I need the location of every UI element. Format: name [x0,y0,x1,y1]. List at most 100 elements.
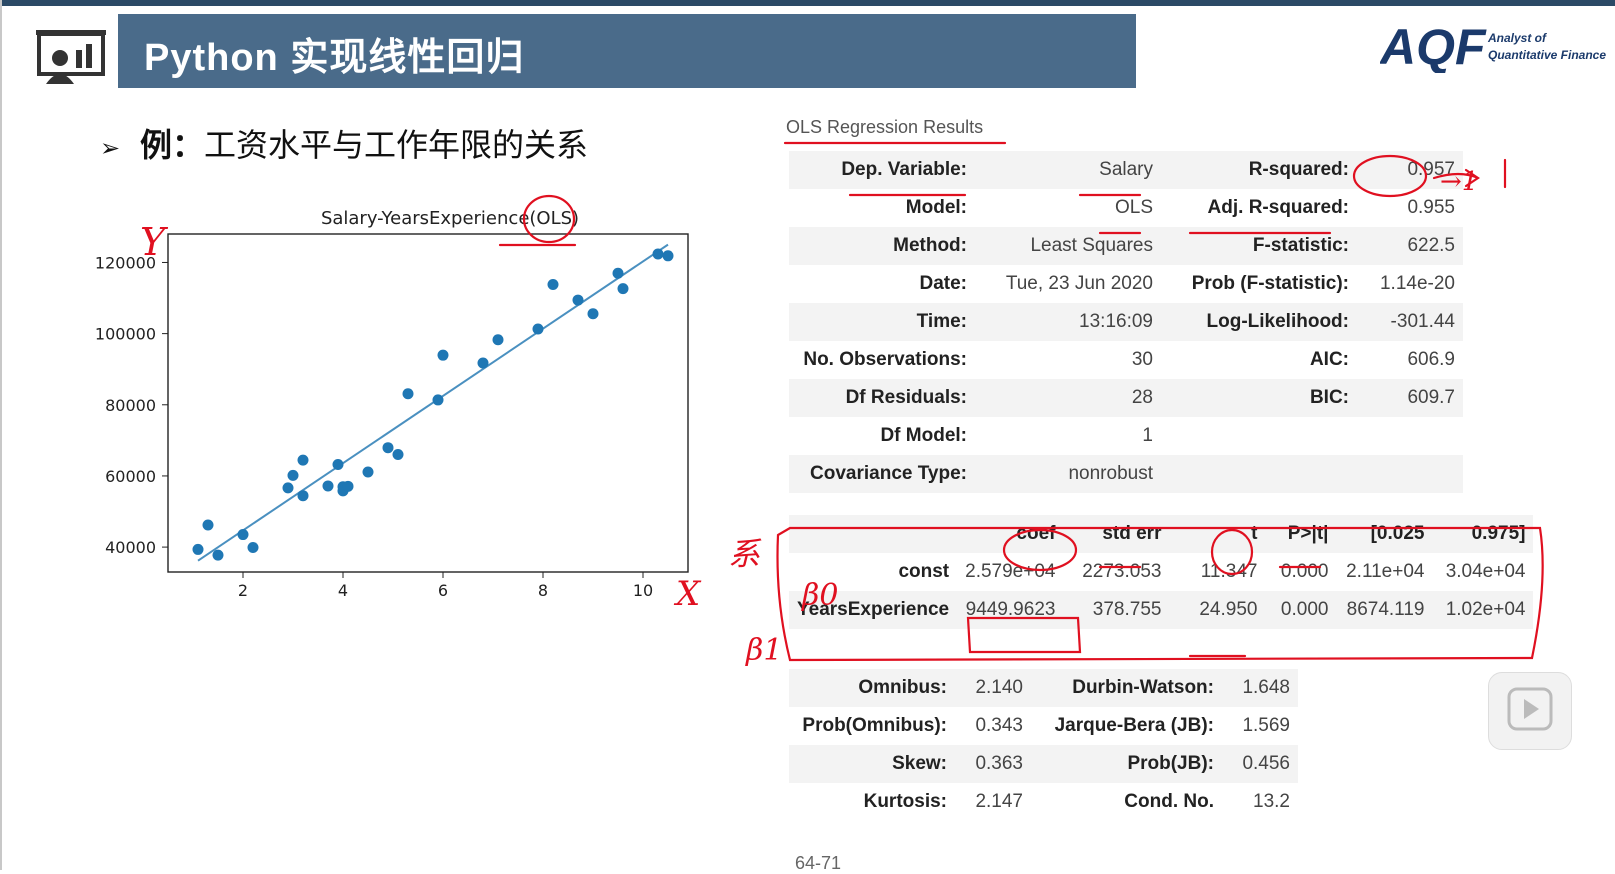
diag-label: Cond. No. [1124,791,1214,812]
summary-row: Time: 13:16:09 Log-Likelihood: -301.44 [789,303,1463,341]
summary-label: Prob (F-statistic): [1191,273,1349,294]
summary-label: Model: [905,197,967,218]
coef-header-cell: std err [1063,515,1170,553]
summary-value: -301.44 [1357,303,1463,341]
coef-term: const [898,561,950,582]
scatter-chart: Salary-YearsExperience(OLS) 40000 60000 80… [95,208,689,600]
brand-line-2: Quantitative Finance [1488,48,1607,62]
brand-line-1: Analyst of [1488,31,1547,45]
data-point [432,394,444,406]
summary-value [1357,417,1463,455]
x-tick-label: 8 [538,581,548,600]
summary-value [1357,455,1463,493]
summary-label: Df Residuals: [789,379,975,417]
summary-value: OLS [1114,197,1153,218]
regression-line [197,243,669,562]
play-button[interactable] [1488,672,1572,750]
summary-label: R-squared: [1161,151,1357,189]
data-point [437,349,449,361]
data-point [282,482,294,494]
summary-label: Covariance Type: [789,455,975,493]
coef-header-cell: P>|t| [1265,515,1337,553]
coef-value: 1.02e+04 [1432,591,1534,629]
ols-title: OLS Regression Results [786,117,984,137]
summary-label: Log-Likelihood: [1161,303,1357,341]
summary-value: 1.14e-20 [1379,273,1455,294]
top-bar [0,0,1615,6]
diag-label: Kurtosis: [863,791,947,812]
summary-label: Adj. R-squared: [1207,197,1349,218]
data-point [297,490,309,502]
coef-header-cell: [0.025 [1336,515,1433,553]
data-point [297,454,309,466]
coef-value: 9449.9623 [957,591,1064,629]
x-tick-label: 4 [338,581,348,600]
data-point [492,334,504,346]
summary-label: BIC: [1161,379,1357,417]
diagnostic-row: Skew: 0.363 Prob(JB): 0.456 [789,745,1298,783]
coef-value: 2273.053 [1082,561,1162,582]
summary-label: AIC: [1309,349,1349,370]
data-point [572,294,584,306]
diagnostic-row: Prob(Omnibus): 0.343 Jarque-Bera (JB): 1.56… [789,707,1298,745]
coef-value: 8674.119 [1336,591,1433,629]
chart-title: Salary-YearsExperience(OLS) [321,208,579,229]
summary-row: Df Model: 1 [789,417,1463,455]
diagnostic-row: Kurtosis: 2.147 Cond. No. 13.2 [789,783,1298,821]
example-bullet: ➢ 例：工资水平与工作年限的关系 [100,120,588,166]
ols-summary-table: Dep. Variable: Salary R-squared: 0.957 Model… [789,151,1463,493]
data-point [342,480,354,492]
data-point [662,250,674,262]
summary-row: Dep. Variable: Salary R-squared: 0.957 [789,151,1463,189]
summary-value: 13:16:09 [975,303,1161,341]
summary-row: No. Observations: 30 AIC: 606.9 [789,341,1463,379]
x-tick-label: 10 [633,581,653,600]
data-point [287,469,299,481]
diag-label: Durbin-Watson: [1031,669,1222,707]
summary-value: Tue, 23 Jun 2020 [1005,273,1153,294]
diag-value: 0.456 [1222,745,1298,783]
coef-value: 0.000 [1280,561,1329,582]
x-tick-label: 6 [438,581,448,600]
beta1-annotation: β1 [745,633,782,668]
diag-label: Omnibus: [789,669,955,707]
diag-value: 1.569 [1242,715,1290,736]
coef-header-cell: t [1169,515,1266,553]
coef-value: 0.000 [1265,591,1337,629]
example-text: 工资水平与工作年限的关系 [204,127,589,163]
summary-label: Time: [789,303,975,341]
summary-label: No. Observations: [803,349,967,370]
aqf-logo-text: AQF [1380,19,1487,73]
coef-term: YearsExperience [789,591,958,629]
diagnostics-table: Omnibus: 2.140 Durbin-Watson: 1.648 Prob(Omn… [789,669,1298,821]
bullet-arrow-icon: ➢ [100,135,121,162]
data-point [612,267,624,279]
summary-value: 0.957 [1357,151,1463,189]
data-point [532,323,544,335]
data-point [322,480,334,492]
data-point [202,519,214,531]
summary-label [1161,455,1357,493]
coef-header-row: coef std err t P>|t| [0.025 0.975] [789,515,1534,553]
diag-value: 2.140 [955,669,1031,707]
diag-value: 13.2 [1253,791,1290,812]
brand-subtitle: Analyst of Quantitative Finance [1488,30,1606,64]
summary-value: 1 [1142,425,1153,446]
summary-value: 30 [1131,349,1153,370]
data-point [617,283,629,295]
summary-value: 28 [975,379,1161,417]
coef-annotation: 系 [728,535,762,573]
diag-label: Jarque-Bera (JB): [1054,715,1214,736]
y-tick-label: 80000 [105,396,156,415]
summary-value: Least Squares [975,227,1161,265]
diag-value: 2.147 [975,791,1023,812]
coef-header-cell [789,515,958,553]
x-tick-label: 2 [238,581,248,600]
summary-row: Method: Least Squares F-statistic: 622.5 [789,227,1463,265]
slide-title: Python 实现线性回归 [144,37,525,79]
y-tick-label: 60000 [105,467,156,486]
presentation-chart-icon [36,30,106,84]
coef-header-cell: coef [957,515,1064,553]
data-point [237,529,249,541]
summary-label [1161,417,1357,455]
